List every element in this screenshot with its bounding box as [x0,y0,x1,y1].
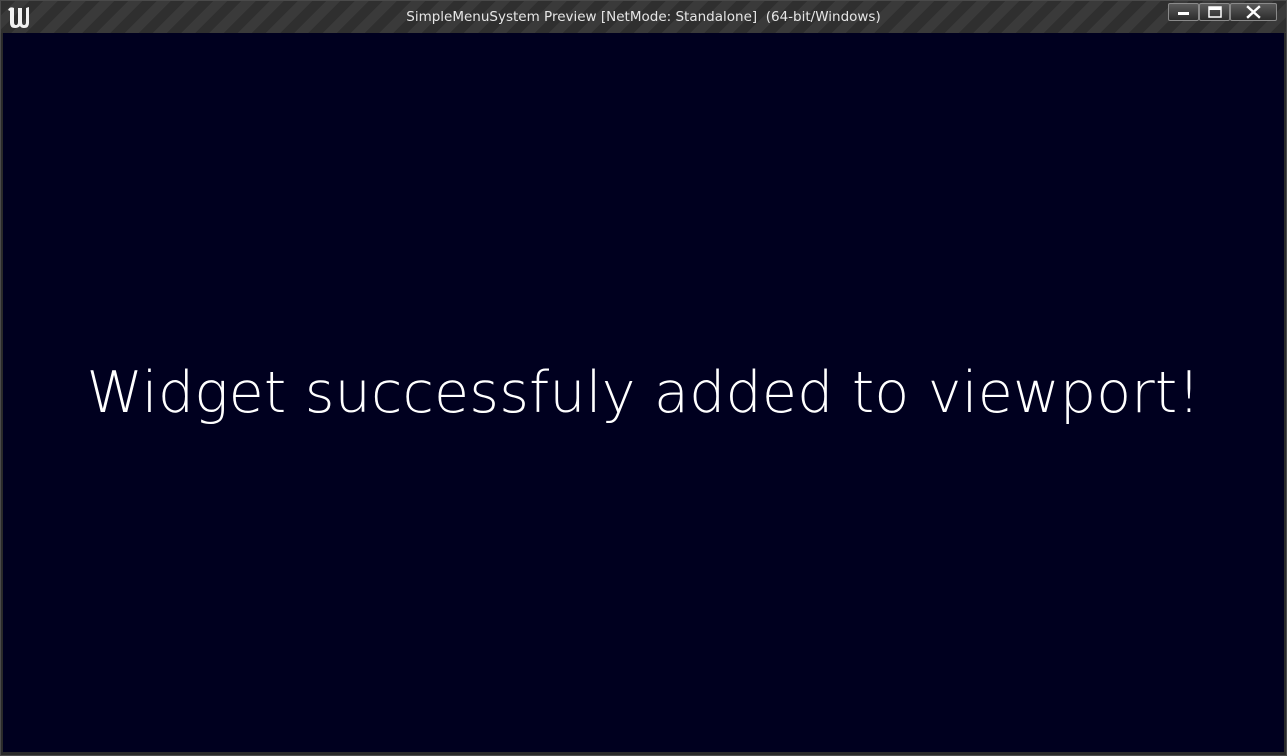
close-icon [1246,5,1261,19]
maximize-button[interactable] [1199,3,1230,21]
window-title: SimpleMenuSystem Preview [NetMode: Stand… [406,9,881,25]
unreal-engine-logo-icon [5,5,31,29]
viewport-message: Widget successfuly added to viewport! [86,360,1201,426]
minimize-icon [1178,12,1189,15]
editor-preview-window: SimpleMenuSystem Preview [NetMode: Stand… [0,0,1287,756]
game-viewport[interactable]: Widget successfuly added to viewport! [3,33,1284,752]
close-button[interactable] [1230,3,1277,21]
title-bar[interactable]: SimpleMenuSystem Preview [NetMode: Stand… [1,1,1286,33]
maximize-icon [1208,6,1222,18]
minimize-button[interactable] [1168,3,1199,21]
